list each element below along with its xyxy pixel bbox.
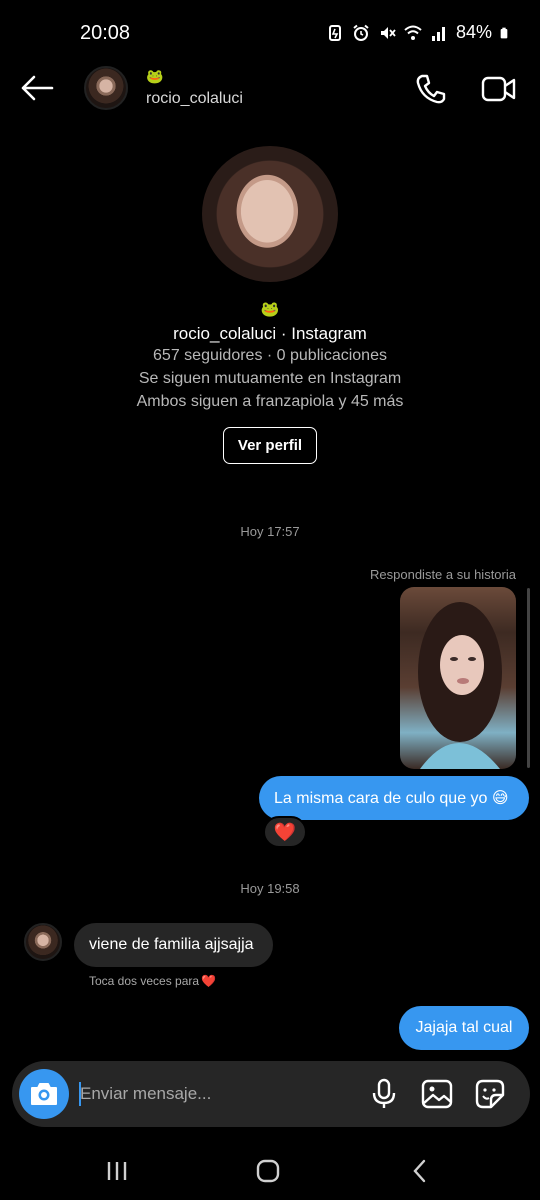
back-icon (413, 1159, 426, 1183)
wifi-icon (404, 25, 422, 40)
back-button[interactable] (400, 1156, 440, 1186)
view-profile-button[interactable]: Ver perfil (223, 427, 317, 464)
video-call-icon[interactable] (481, 74, 517, 104)
message-composer (12, 1061, 530, 1127)
outgoing-message[interactable]: La misma cara de culo que yo 😅 (259, 776, 529, 820)
story-thumbnail[interactable] (400, 587, 516, 769)
phone-call-icon[interactable] (414, 72, 448, 106)
status-icons: 84% (326, 22, 512, 43)
sticker-icon (475, 1079, 505, 1109)
system-nav-bar (0, 1140, 540, 1200)
back-arrow-icon[interactable] (20, 74, 54, 102)
reaction-badge[interactable]: ❤️ (263, 816, 307, 848)
battery-saver-icon (328, 24, 341, 41)
profile-followed-by: Ambos siguen a franzapiola y 45 más (136, 393, 404, 410)
home-icon (256, 1159, 280, 1183)
gallery-button[interactable] (420, 1077, 454, 1111)
chat-header: 🐸 rocio_colaluci (0, 62, 540, 118)
signal-icon (431, 26, 445, 41)
camera-button[interactable] (19, 1069, 69, 1119)
status-bar: 20:08 84% (0, 0, 540, 66)
alarm-icon (353, 24, 369, 41)
mute-icon (380, 26, 396, 39)
battery-icon (500, 27, 508, 38)
header-emoji: 🐸 (146, 68, 164, 84)
microphone-icon (372, 1078, 396, 1108)
scrollbar[interactable] (527, 588, 530, 768)
timestamp: Hoy 19:58 (240, 881, 300, 896)
status-time: 20:08 (80, 22, 131, 44)
profile-avatar[interactable] (202, 146, 338, 282)
outgoing-message[interactable]: Jajaja tal cual (399, 1006, 529, 1050)
profile-emoji: 🐸 (260, 301, 280, 318)
gallery-icon (421, 1079, 453, 1109)
camera-icon (31, 1083, 57, 1105)
heart-reaction: ❤️ (273, 821, 297, 842)
microphone-button[interactable] (367, 1077, 401, 1111)
sender-avatar[interactable] (24, 923, 62, 961)
double-tap-hint-text: Toca dos veces para (89, 974, 200, 988)
incoming-message[interactable]: viene de familia ajjsajja (74, 923, 273, 967)
recent-apps-button[interactable] (97, 1156, 137, 1186)
header-username[interactable]: rocio_colaluci (146, 90, 243, 108)
profile-mutual-follow: Se siguen mutuamente en Instagram (138, 370, 402, 387)
story-image (418, 602, 502, 769)
header-avatar[interactable] (84, 66, 128, 110)
message-input[interactable] (80, 1079, 360, 1109)
profile-title: rocio_colaluci · Instagram (173, 324, 367, 343)
double-tap-hint: Toca dos veces para ❤️ (89, 974, 216, 988)
timestamp: Hoy 17:57 (240, 524, 300, 539)
heart-icon: ❤️ (201, 974, 217, 988)
sticker-button[interactable] (473, 1077, 507, 1111)
recent-apps-icon (107, 1162, 127, 1180)
profile-stats: 657 seguidores · 0 publicaciones (153, 347, 387, 364)
story-reply-label: Respondiste a su historia (370, 567, 516, 582)
home-button[interactable] (248, 1156, 288, 1186)
battery-percentage: 84% (455, 22, 492, 42)
